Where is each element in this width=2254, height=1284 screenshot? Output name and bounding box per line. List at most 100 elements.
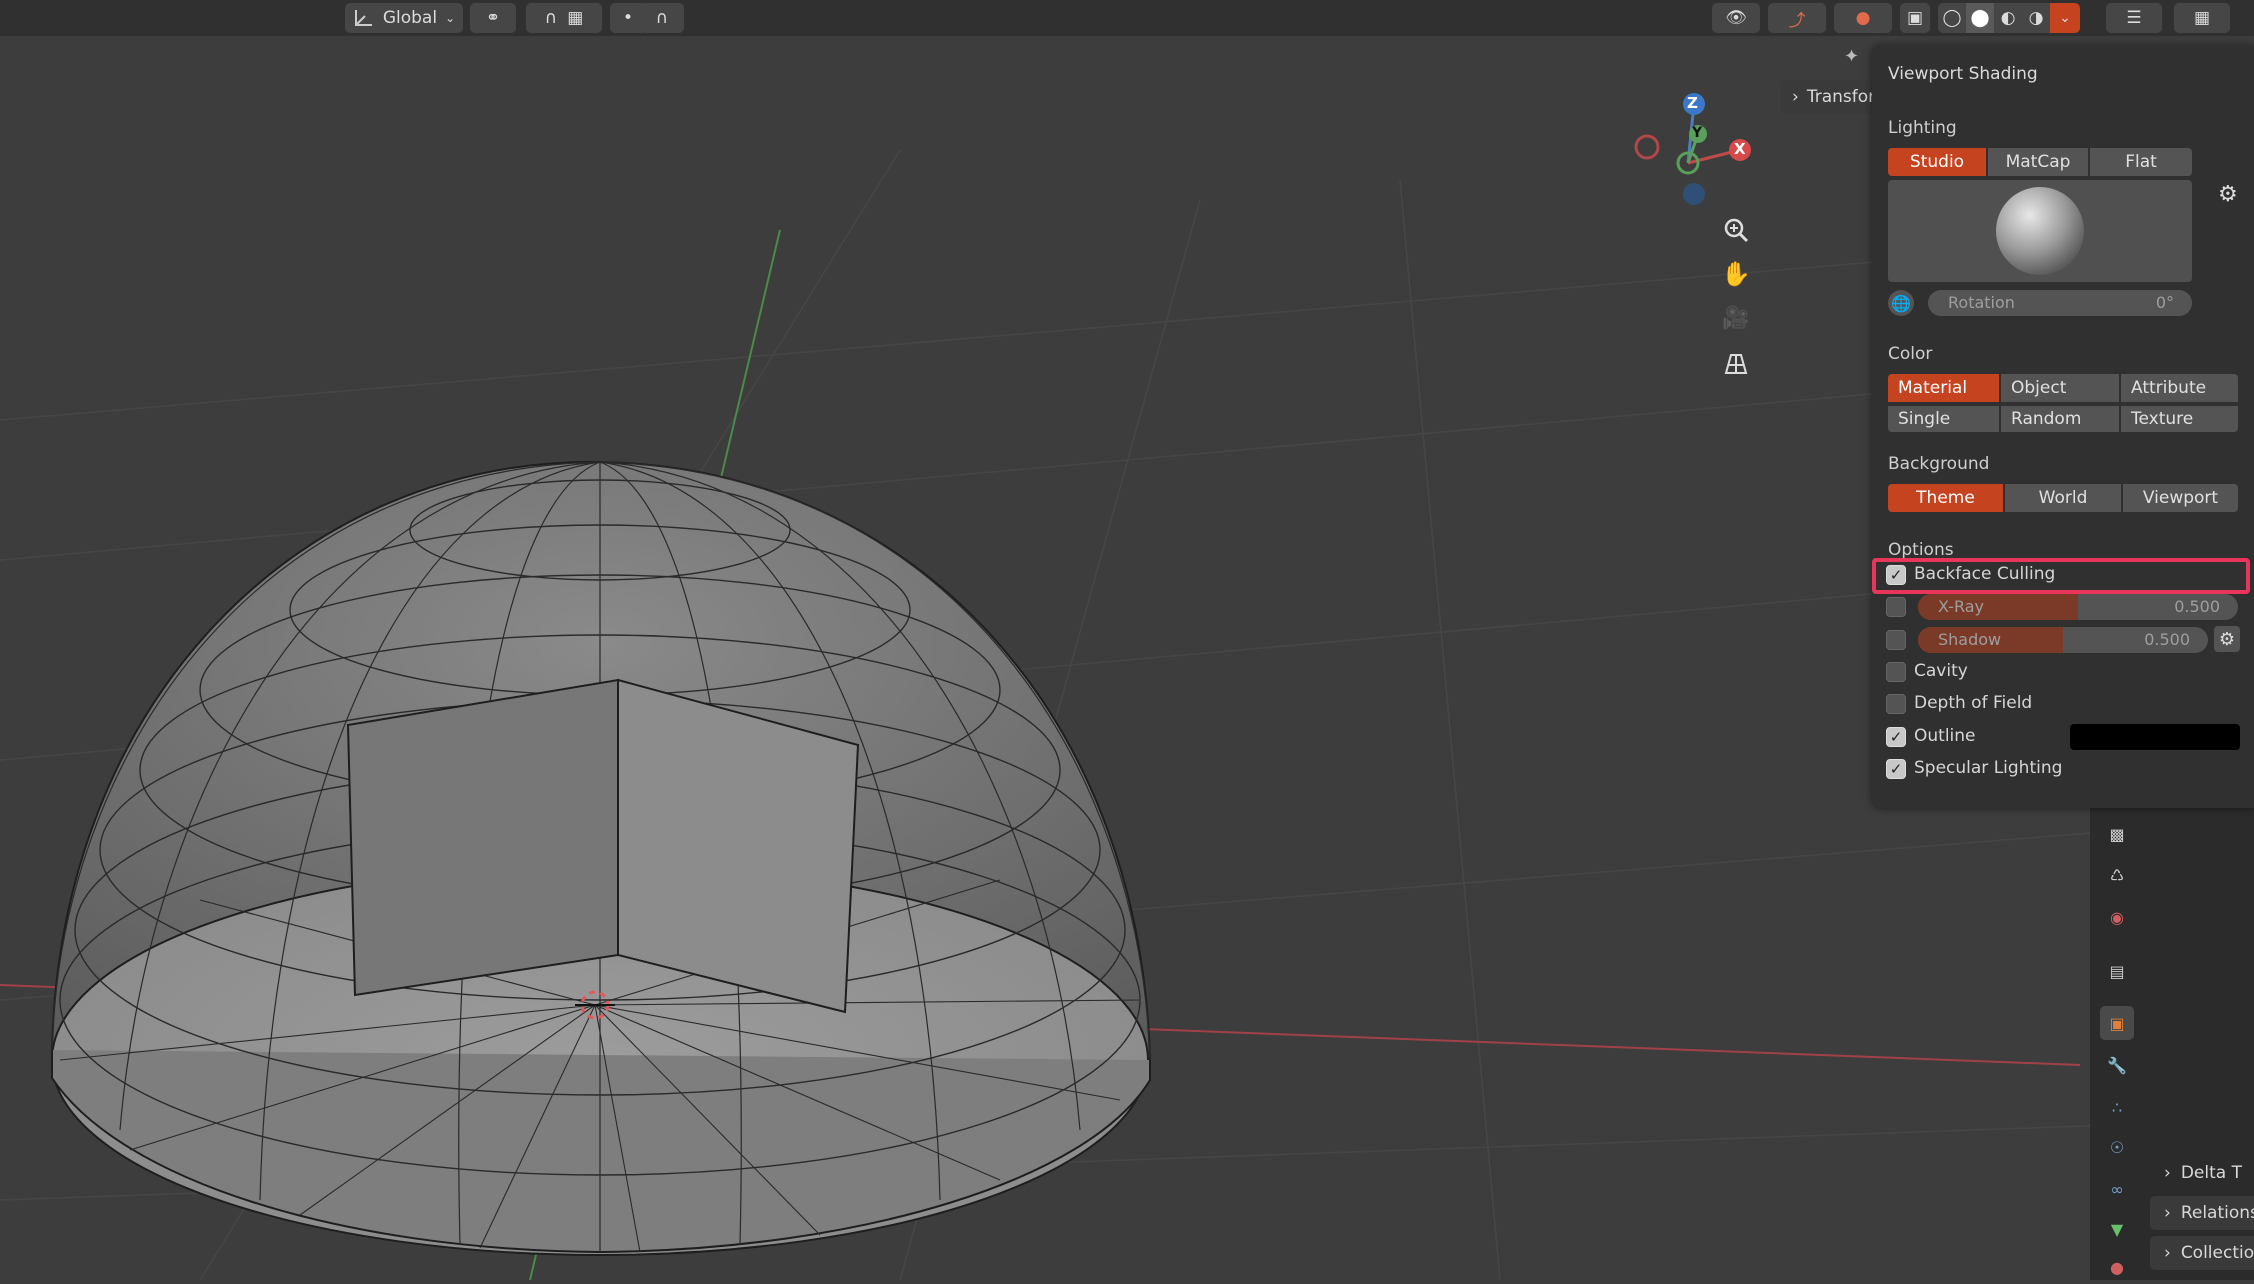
object-square-icon: ▣ — [2109, 1013, 2125, 1033]
lighting-matcap-button[interactable]: MatCap — [1988, 148, 2090, 176]
neg-z-axis-icon[interactable] — [1683, 183, 1705, 205]
backface-culling-checkbox[interactable]: ✓ — [1886, 565, 1906, 585]
gizmo-y-label: Y — [1692, 125, 1703, 141]
shadow-settings-button[interactable]: ⚙ — [2214, 626, 2240, 652]
zoom-button[interactable] — [1718, 212, 1754, 248]
neg-x-axis-icon[interactable] — [1634, 134, 1660, 160]
outline-checkbox[interactable]: ✓ — [1886, 727, 1906, 747]
shadow-label: Shadow — [1938, 630, 2002, 649]
studio-light-preview[interactable] — [1888, 180, 2192, 282]
specular-lighting-checkbox[interactable]: ✓ — [1886, 759, 1906, 779]
gizmo-icon: ⤴ — [1788, 10, 1806, 31]
lighting-studio-button[interactable]: Studio — [1888, 148, 1988, 176]
shadow-intensity-slider[interactable]: Shadow 0.500 — [1918, 627, 2208, 653]
collections-panel[interactable]: › Collection — [2150, 1236, 2254, 1270]
navigation-gizmo[interactable]: Z Y X — [1630, 88, 1760, 208]
pivot-point-dropdown[interactable]: ⚭ — [470, 3, 516, 33]
printer-icon: ▩ — [2109, 824, 2125, 844]
view-layer-properties-tab[interactable]: ♺ — [2100, 858, 2134, 892]
falloff-dropdown[interactable]: ∩ — [640, 3, 684, 33]
checkmark-icon: ✓ — [1889, 728, 1903, 746]
studio-light-settings-button[interactable]: ⚙ — [2218, 182, 2238, 207]
output-properties-tab[interactable]: ▩ — [2100, 817, 2134, 851]
solid-shading-button[interactable]: ⬤ — [1966, 3, 1994, 33]
depth-of-field-label: Depth of Field — [1914, 693, 2033, 713]
sidebar-toggle-icon[interactable]: ✦ — [1844, 46, 1859, 67]
data-properties-tab[interactable]: ▼ — [2100, 1212, 2134, 1246]
constraint-icon: ∞ — [2110, 1179, 2124, 1199]
wireframe-shading-button[interactable]: ◯ — [1938, 3, 1966, 33]
gizmo-toggle[interactable]: ⤴ — [1768, 3, 1826, 33]
grid-icon — [1724, 354, 1748, 374]
transform-tab-label: Transform — [1806, 87, 1880, 107]
background-viewport-button[interactable]: Viewport — [2123, 484, 2238, 512]
cavity-checkbox[interactable] — [1886, 662, 1906, 682]
shading-options-dropdown[interactable]: ⌄ — [2050, 3, 2080, 33]
scene-properties-tab[interactable]: ◉ — [2100, 900, 2134, 934]
wrench-icon: 🔧 — [2107, 1055, 2127, 1075]
physics-properties-tab[interactable]: ☉ — [2100, 1130, 2134, 1164]
studio-sphere-icon — [1996, 187, 2084, 275]
lighting-flat-button[interactable]: Flat — [2090, 148, 2192, 176]
material-preview-button[interactable]: ◐ — [1994, 3, 2022, 33]
world-icon: ◉ — [2110, 907, 2124, 927]
color-object-button[interactable]: Object — [2001, 374, 2121, 402]
material-properties-tab[interactable]: ● — [2100, 1250, 2134, 1284]
pivot-icon: ⚭ — [485, 8, 501, 28]
rotation-label: Rotation — [1948, 293, 2015, 312]
color-attribute-button[interactable]: Attribute — [2121, 374, 2238, 402]
lighting-section-label: Lighting — [1888, 118, 1957, 138]
chevron-down-icon: ⌄ — [445, 11, 456, 25]
material-icon: ● — [2110, 1257, 2124, 1277]
color-texture-button[interactable]: Texture — [2121, 404, 2238, 432]
relations-panel[interactable]: › Relations — [2150, 1196, 2254, 1230]
overlays-toggle[interactable]: ● — [1834, 3, 1892, 33]
orientation-icon — [353, 8, 375, 28]
visibility-dropdown[interactable]: 👁 — [1712, 3, 1760, 33]
color-material-button[interactable]: Material — [1888, 374, 2001, 402]
wireframe-sphere-icon: ◯ — [1942, 8, 1962, 28]
collection-properties-tab[interactable]: ▤ — [2100, 954, 2134, 988]
depth-of-field-checkbox[interactable] — [1886, 694, 1906, 714]
transform-orientation-dropdown[interactable]: Global ⌄ — [345, 3, 463, 33]
zoom-icon — [1724, 218, 1749, 243]
modifier-properties-tab[interactable]: 🔧 — [2100, 1048, 2134, 1082]
snap-dropdown[interactable]: ∩ ▦ — [526, 3, 602, 33]
proportional-dot-icon: • — [622, 8, 634, 28]
background-theme-button[interactable]: Theme — [1888, 484, 2005, 512]
editor-type-dropdown[interactable]: ☰ — [2106, 3, 2162, 33]
xray-label: X-Ray — [1938, 597, 1984, 616]
gizmo-z-label: Z — [1687, 94, 1698, 112]
xray-checkbox[interactable] — [1886, 597, 1906, 617]
background-world-button[interactable]: World — [2005, 484, 2123, 512]
chevron-right-icon: › — [2164, 1163, 2171, 1183]
rotation-field[interactable]: Rotation 0° — [1928, 290, 2192, 316]
xray-toggle-button[interactable]: ▣ — [1900, 3, 1930, 33]
chevron-right-icon: › — [2164, 1243, 2171, 1263]
physics-icon: ☉ — [2109, 1137, 2125, 1157]
ortho-toggle-button[interactable] — [1718, 346, 1754, 382]
transform-tab[interactable]: › Transform — [1780, 80, 1880, 114]
shadow-checkbox[interactable] — [1886, 630, 1906, 650]
particles-properties-tab[interactable]: ∴ — [2100, 1090, 2134, 1124]
display-mode-dropdown[interactable]: ▦ — [2174, 3, 2230, 33]
world-space-lighting-toggle[interactable]: 🌐 — [1888, 290, 1914, 316]
camera-view-button[interactable]: 🎥 — [1718, 300, 1754, 336]
color-single-button[interactable]: Single — [1888, 404, 2001, 432]
delta-transform-panel[interactable]: › Delta T — [2150, 1156, 2254, 1190]
rendered-shading-button[interactable]: ◑ — [2022, 3, 2050, 33]
checkmark-icon: ✓ — [1889, 760, 1903, 778]
constraints-properties-tab[interactable]: ∞ — [2100, 1172, 2134, 1206]
object-properties-tab[interactable]: ▣ — [2100, 1006, 2134, 1040]
solid-sphere-icon: ⬤ — [1970, 8, 1990, 28]
backface-culling-label: Backface Culling — [1914, 564, 2056, 584]
color-random-button[interactable]: Random — [2001, 404, 2121, 432]
rendered-sphere-icon: ◑ — [2028, 8, 2044, 28]
gear-icon: ⚙ — [2218, 628, 2236, 650]
outline-color-swatch[interactable] — [2070, 724, 2240, 750]
pan-button[interactable]: ✋ — [1718, 256, 1754, 292]
xray-alpha-slider[interactable]: X-Ray 0.500 — [1918, 594, 2238, 620]
gear-icon: ⚙ — [2218, 182, 2238, 207]
snap-magnet-icon: ∩ — [544, 8, 558, 28]
panel-label: Relations — [2180, 1203, 2254, 1223]
